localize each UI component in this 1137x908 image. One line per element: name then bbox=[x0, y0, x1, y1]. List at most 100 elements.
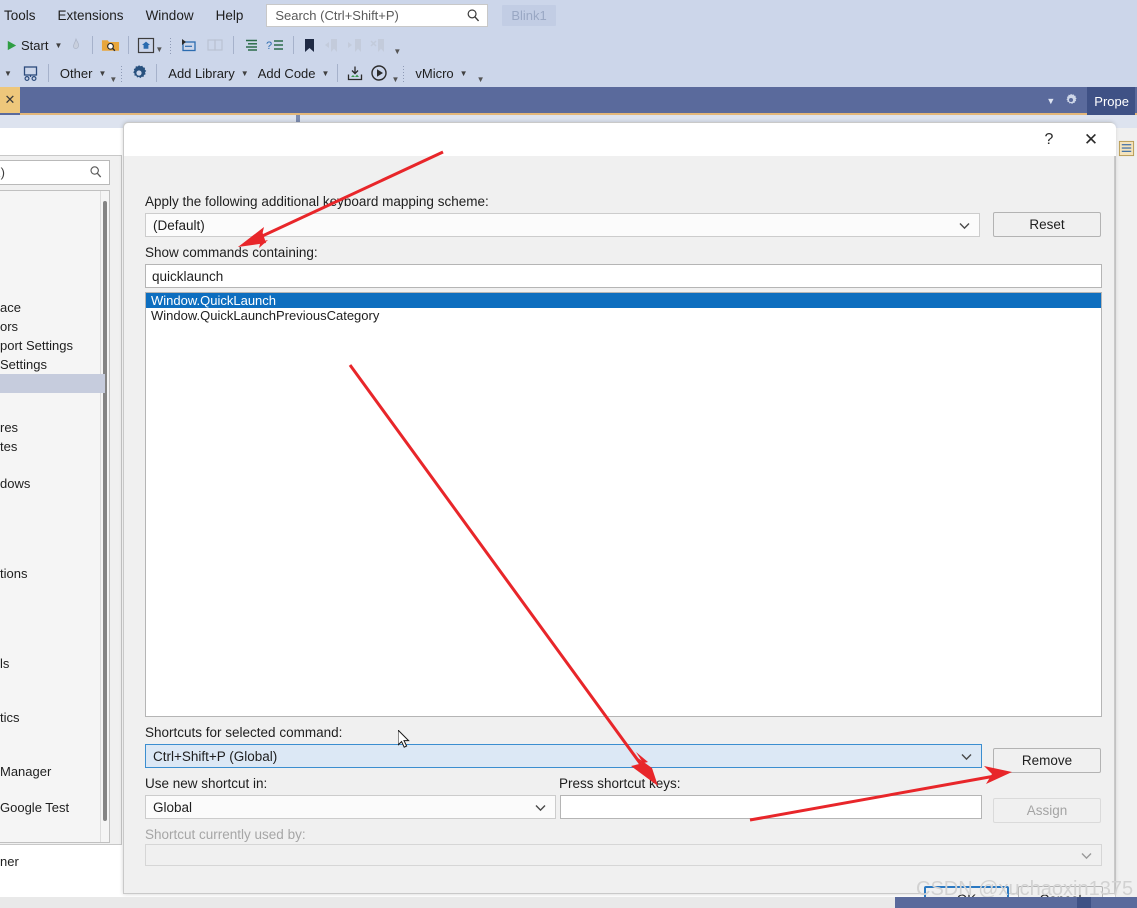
document-tab-strip bbox=[0, 87, 1137, 115]
folder-search-button[interactable] bbox=[98, 33, 123, 57]
outdent-button[interactable]: ? bbox=[263, 33, 288, 57]
options-tree-item[interactable]: dows bbox=[0, 474, 120, 493]
properties-tab-label: Prope bbox=[1094, 93, 1129, 109]
play-icon bbox=[7, 40, 17, 50]
assign-label: Assign bbox=[1026, 803, 1068, 818]
vmicro-button[interactable]: vMicro ▼ bbox=[409, 61, 470, 85]
remove-label: Remove bbox=[1021, 753, 1073, 768]
toolbar-overflow-icon[interactable]: ▼ bbox=[109, 75, 117, 87]
remove-button[interactable]: Remove bbox=[993, 748, 1101, 773]
dialog-title-bar: ? ✕ bbox=[124, 123, 1116, 156]
play-circle-icon bbox=[371, 65, 388, 81]
chevron-down-icon[interactable]: ▼ bbox=[1046, 96, 1055, 106]
toolbar-grip[interactable] bbox=[120, 64, 125, 82]
chevron-down-icon[interactable]: ▼ bbox=[4, 69, 12, 78]
blink1-tab[interactable]: Blink1 bbox=[502, 5, 556, 26]
previous-bookmark-icon bbox=[325, 38, 338, 52]
chevron-down-icon[interactable]: ▼ bbox=[460, 69, 468, 78]
tab-strip-actions: ▼ Prope bbox=[1046, 87, 1137, 115]
chevron-down-icon[interactable] bbox=[959, 218, 970, 233]
indent-button[interactable] bbox=[239, 33, 263, 57]
command-list-item[interactable]: Window.QuickLaunch bbox=[146, 293, 1101, 308]
run-button[interactable] bbox=[367, 61, 391, 85]
home-button[interactable]: ▼ bbox=[134, 33, 166, 57]
board-button[interactable] bbox=[18, 61, 43, 85]
reset-button[interactable]: Reset bbox=[993, 212, 1101, 237]
blink1-label: Blink1 bbox=[511, 8, 547, 23]
properties-panel-tab[interactable]: Prope bbox=[1087, 87, 1135, 115]
global-search-box[interactable] bbox=[266, 4, 489, 27]
menu-item-extensions[interactable]: Extensions bbox=[47, 5, 135, 26]
menu-item-help[interactable]: Help bbox=[205, 5, 255, 26]
options-tree-item[interactable] bbox=[0, 374, 105, 393]
bookmark-button[interactable] bbox=[299, 33, 320, 57]
upload-button[interactable] bbox=[343, 61, 367, 85]
options-tree-item[interactable]: ors bbox=[0, 317, 120, 336]
options-tree[interactable] bbox=[0, 190, 110, 843]
toolbar-separator bbox=[293, 36, 295, 54]
options-tree-item[interactable]: Manager bbox=[0, 762, 120, 781]
chevron-down-icon[interactable]: ▼ bbox=[98, 69, 106, 78]
keyboard-options-dialog: ? ✕ Apply the following additional keybo… bbox=[123, 122, 1116, 908]
options-tree-item[interactable]: ace bbox=[0, 298, 120, 317]
options-search-box[interactable]: E) bbox=[0, 160, 110, 185]
add-code-button[interactable]: Add Code ▼ bbox=[252, 61, 333, 85]
gear-icon[interactable] bbox=[1064, 93, 1078, 110]
mapping-scheme-label: Apply the following additional keyboard … bbox=[145, 194, 489, 209]
options-tree-item[interactable]: ner bbox=[0, 852, 120, 871]
chevron-down-icon[interactable]: ▼ bbox=[155, 45, 163, 57]
navigate-button[interactable] bbox=[176, 33, 202, 57]
chevron-down-icon[interactable] bbox=[535, 800, 546, 815]
show-commands-value: quicklaunch bbox=[152, 268, 224, 284]
options-tree-item-label: res bbox=[0, 420, 19, 435]
options-tree-item[interactable]: Google Test bbox=[0, 798, 120, 817]
search-input[interactable] bbox=[273, 7, 464, 24]
close-icon[interactable]: ✕ bbox=[1070, 125, 1112, 155]
toolbar-grip[interactable] bbox=[402, 64, 407, 82]
mapping-scheme-combobox[interactable]: (Default) bbox=[145, 213, 980, 237]
toolbar-separator bbox=[337, 64, 339, 82]
options-tree-item[interactable]: res bbox=[0, 418, 120, 437]
options-tree-item[interactable]: Settings bbox=[0, 355, 120, 374]
flame-icon-button[interactable] bbox=[65, 33, 87, 57]
indent-icon bbox=[246, 39, 258, 51]
start-button[interactable]: Start ▼ bbox=[2, 33, 65, 57]
properties-list-icon[interactable] bbox=[1118, 140, 1135, 162]
command-list-item[interactable]: Window.QuickLaunchPreviousCategory bbox=[146, 308, 1101, 323]
toolbar-overflow-icon[interactable]: ▼ bbox=[391, 75, 399, 87]
help-icon[interactable]: ? bbox=[1028, 125, 1070, 155]
command-list-item-label: Window.QuickLaunch bbox=[151, 293, 277, 308]
options-scrollbar-track[interactable] bbox=[100, 191, 109, 842]
flame-icon bbox=[73, 37, 80, 49]
shortcuts-combobox[interactable]: Ctrl+Shift+P (Global) bbox=[145, 744, 982, 768]
options-tree-item[interactable]: tions bbox=[0, 564, 120, 583]
close-tab-button[interactable]: ✕ bbox=[0, 87, 20, 113]
toolbar-overflow-icon[interactable]: ▼ bbox=[477, 75, 485, 87]
command-listbox[interactable]: Window.QuickLaunch Window.QuickLaunchPrev… bbox=[145, 292, 1102, 717]
options-tree-item-label: ors bbox=[0, 319, 19, 334]
toolbar-overflow-icon[interactable]: ▼ bbox=[393, 47, 401, 59]
press-shortcut-label: Press shortcut keys: bbox=[559, 776, 681, 791]
add-library-button[interactable]: Add Library ▼ bbox=[162, 61, 251, 85]
press-shortcut-input[interactable] bbox=[560, 795, 982, 819]
show-commands-input[interactable]: quicklaunch bbox=[145, 264, 1102, 288]
chevron-down-icon[interactable]: ▼ bbox=[322, 69, 330, 78]
settings-button[interactable] bbox=[127, 61, 151, 85]
chevron-down-icon[interactable] bbox=[961, 749, 972, 764]
options-tree-item[interactable]: tics bbox=[0, 708, 120, 727]
options-tree-item[interactable]: ls bbox=[0, 654, 120, 673]
toolbar-vmicro: ▼ Other ▼ ▼ Add Library ▼ Add Code ▼ ▼ v… bbox=[0, 59, 1137, 87]
chevron-down-icon[interactable]: ▼ bbox=[241, 69, 249, 78]
menu-item-tools[interactable]: Tools bbox=[0, 5, 47, 26]
options-tree-item-label: dows bbox=[0, 476, 31, 491]
options-tree-item-label: tes bbox=[0, 439, 18, 454]
bookmark-icon bbox=[305, 38, 315, 52]
toolbar-grip[interactable] bbox=[169, 36, 174, 54]
options-scrollbar-thumb[interactable] bbox=[103, 201, 107, 821]
other-button[interactable]: Other ▼ bbox=[54, 61, 109, 85]
options-tree-item[interactable]: tes bbox=[0, 437, 120, 456]
chevron-down-icon[interactable]: ▼ bbox=[54, 41, 62, 50]
menu-item-window[interactable]: Window bbox=[135, 5, 205, 26]
use-shortcut-combobox[interactable]: Global bbox=[145, 795, 556, 819]
options-tree-item[interactable]: port Settings bbox=[0, 336, 120, 355]
